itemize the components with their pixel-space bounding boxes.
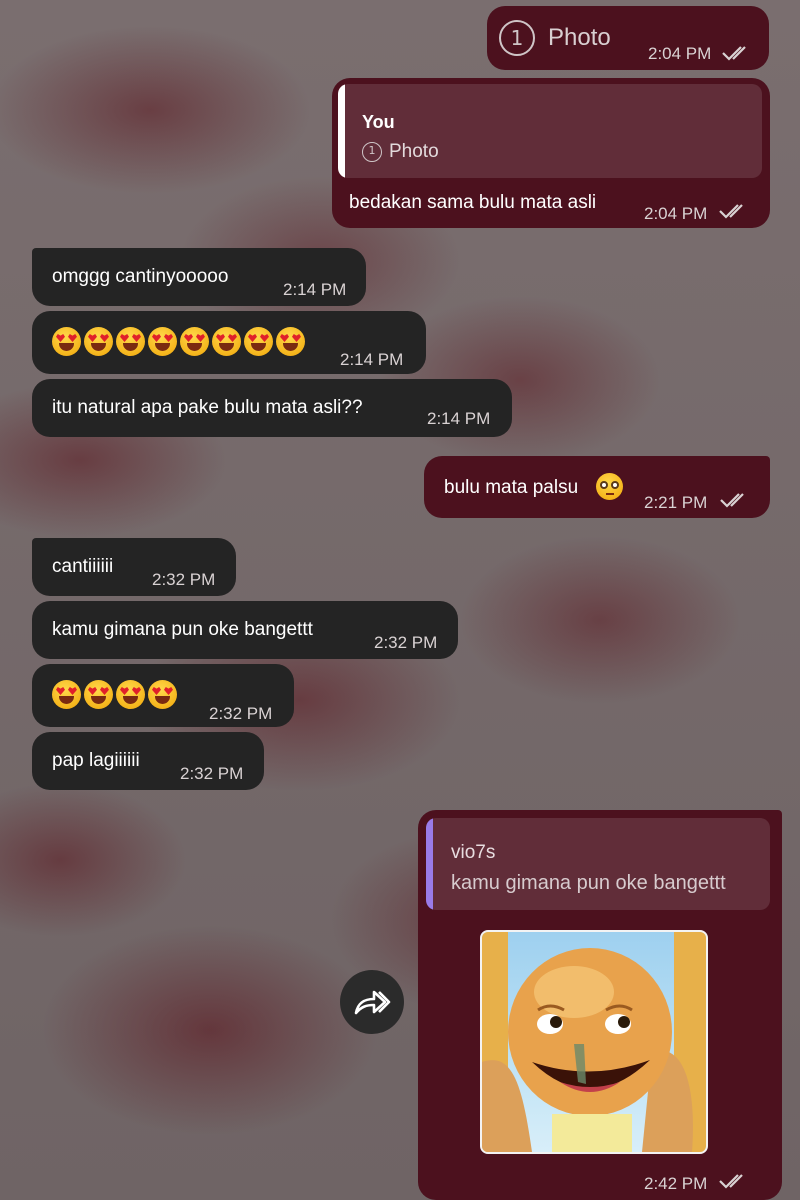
message-incoming[interactable]: kamu gimana pun oke bangettt 2:32 PM xyxy=(32,601,458,659)
reply-text: kamu gimana pun oke bangettt xyxy=(451,872,726,894)
heart-eyes-emoji xyxy=(276,327,305,356)
view-once-timer-icon: 1 xyxy=(362,142,382,162)
heart-eyes-emoji xyxy=(244,327,273,356)
message-time: 2:14 PM xyxy=(427,409,491,428)
message-outgoing-reply[interactable]: You 1 Photo bedakan sama bulu mata asli … xyxy=(332,78,770,228)
heart-eyes-emoji xyxy=(148,680,177,709)
message-text: itu natural apa pake bulu mata asli?? xyxy=(52,397,363,418)
heart-eyes-emoji xyxy=(84,327,113,356)
message-time: 2:32 PM xyxy=(180,764,244,783)
flushed-emoji xyxy=(596,473,623,500)
heart-eyes-emoji xyxy=(180,327,209,356)
reply-quote-bar xyxy=(426,818,433,910)
emoji-row xyxy=(52,680,177,709)
message-time: 2:04 PM xyxy=(644,204,708,223)
message-incoming[interactable]: omggg cantinyooooo 2:14 PM xyxy=(32,248,366,306)
message-time: 2:14 PM xyxy=(340,350,404,369)
message-outgoing[interactable]: bulu mata palsu 2:21 PM xyxy=(424,456,770,518)
double-check-icon xyxy=(722,46,746,61)
message-time: 2:32 PM xyxy=(152,570,216,589)
message-incoming-emoji[interactable]: 2:32 PM xyxy=(32,664,294,727)
reply-text: Photo xyxy=(389,141,439,162)
message-time: 2:21 PM xyxy=(644,493,708,512)
message-time: 2:14 PM xyxy=(283,280,347,299)
message-text: omggg cantinyooooo xyxy=(52,266,229,287)
message-time: 2:32 PM xyxy=(209,704,273,723)
message-time: 2:04 PM xyxy=(648,44,712,63)
reply-author: vio7s xyxy=(451,842,496,863)
heart-eyes-emoji xyxy=(116,327,145,356)
message-outgoing-photo[interactable]: 1 Photo 2:04 PM xyxy=(487,6,769,70)
heart-eyes-emoji xyxy=(84,680,113,709)
double-check-icon xyxy=(720,493,744,508)
reply-quote[interactable]: You 1 Photo xyxy=(338,84,762,178)
forward-arrow-icon xyxy=(354,990,391,1015)
sticker-illustration xyxy=(482,932,706,1152)
reply-author: You xyxy=(362,112,395,132)
emoji-row xyxy=(52,327,305,356)
heart-eyes-emoji xyxy=(52,327,81,356)
message-time: 2:32 PM xyxy=(374,633,438,652)
heart-eyes-emoji xyxy=(148,327,177,356)
photo-label: Photo xyxy=(548,24,611,51)
reply-quote[interactable]: vio7s kamu gimana pun oke bangettt xyxy=(426,818,770,910)
message-text: cantiiiiii xyxy=(52,556,114,577)
message-text: bedakan sama bulu mata asli xyxy=(349,192,597,213)
message-text: pap lagiiiiii xyxy=(52,750,140,771)
message-time: 2:42 PM xyxy=(644,1174,708,1193)
cartoon-bald-kid-sticker[interactable] xyxy=(480,930,708,1154)
message-incoming[interactable]: itu natural apa pake bulu mata asli?? 2:… xyxy=(32,379,512,437)
double-check-icon xyxy=(719,204,743,219)
message-incoming-emoji[interactable]: 2:14 PM xyxy=(32,311,426,374)
message-text: kamu gimana pun oke bangettt xyxy=(52,619,313,640)
reply-quote-bar xyxy=(338,84,345,178)
message-incoming[interactable]: pap lagiiiiii 2:32 PM xyxy=(32,732,264,790)
heart-eyes-emoji xyxy=(116,680,145,709)
heart-eyes-emoji xyxy=(52,680,81,709)
heart-eyes-emoji xyxy=(212,327,241,356)
double-check-icon xyxy=(719,1174,743,1189)
message-text: bulu mata palsu xyxy=(444,477,579,498)
forward-button[interactable] xyxy=(340,970,404,1034)
view-once-timer-icon: 1 xyxy=(499,20,535,56)
message-incoming[interactable]: cantiiiiii 2:32 PM xyxy=(32,538,236,596)
